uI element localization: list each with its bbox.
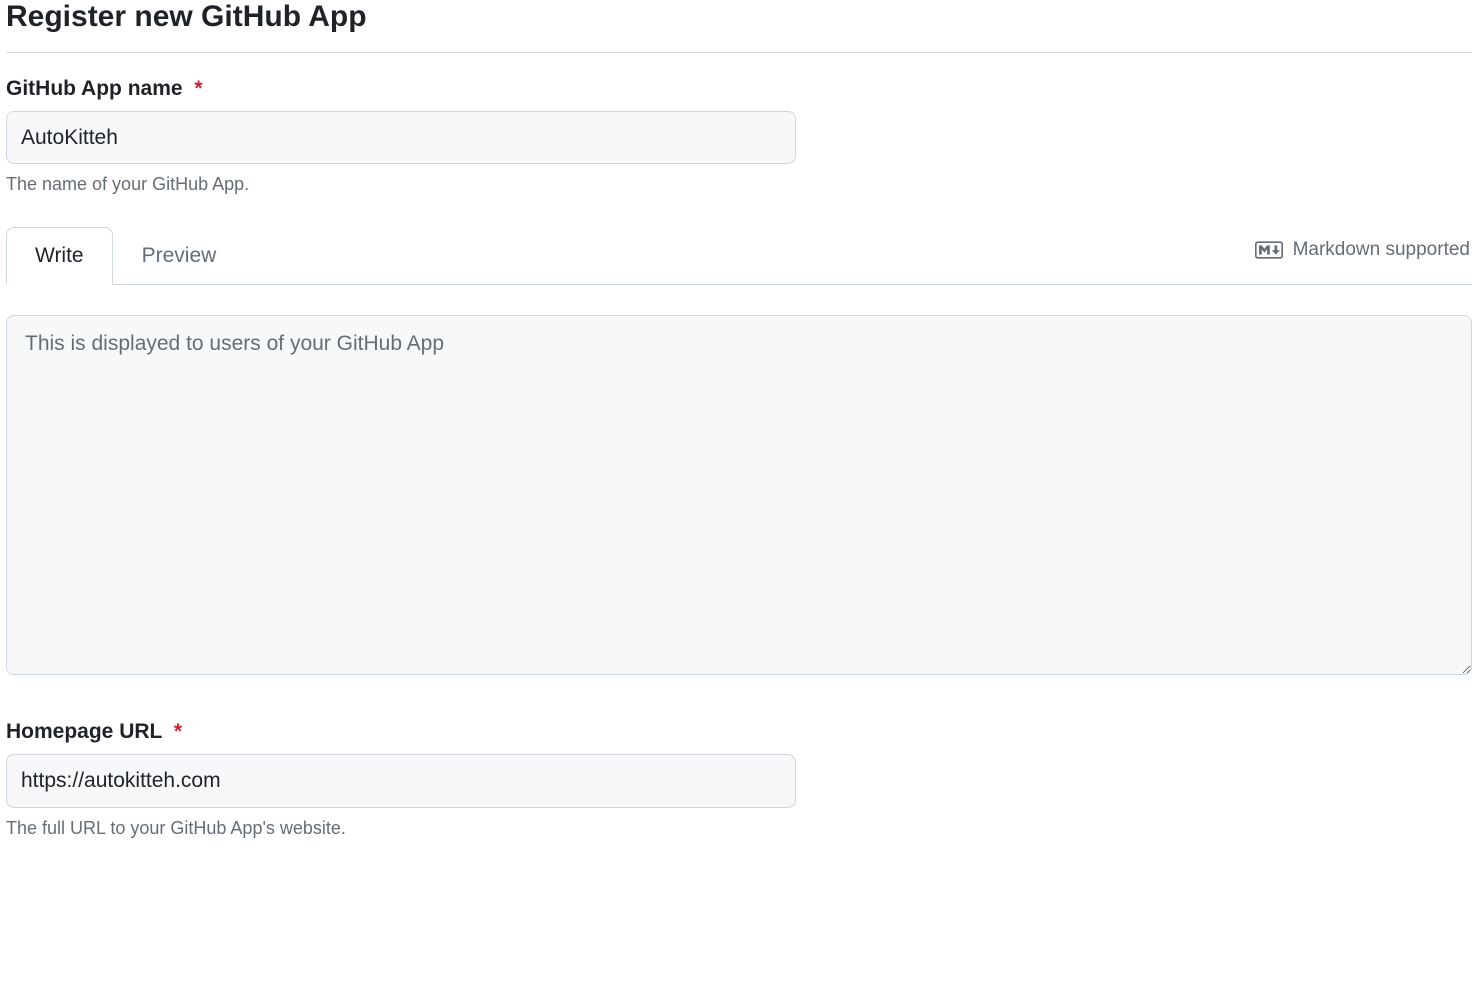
app-name-label: GitHub App name * (6, 77, 1472, 101)
app-name-description: The name of your GitHub App. (6, 174, 1472, 195)
app-name-label-text: GitHub App name (6, 77, 183, 100)
tab-write[interactable]: Write (6, 227, 113, 285)
required-asterisk: * (194, 77, 202, 100)
app-name-input[interactable] (6, 111, 796, 164)
homepage-url-label: Homepage URL * (6, 720, 1472, 744)
tabnav-tabs: Write Preview (6, 227, 245, 285)
markdown-supported[interactable]: Markdown supported (1255, 239, 1472, 273)
description-textarea[interactable] (6, 315, 1472, 675)
homepage-url-label-text: Homepage URL (6, 720, 162, 743)
homepage-url-description: The full URL to your GitHub App's websit… (6, 818, 1472, 839)
tab-preview[interactable]: Preview (113, 227, 246, 285)
markdown-supported-label: Markdown supported (1293, 239, 1470, 261)
description-tabnav: Write Preview Markdown supported (6, 227, 1472, 285)
homepage-url-group: Homepage URL * The full URL to your GitH… (6, 720, 1472, 838)
page-title: Register new GitHub App (6, 0, 1472, 53)
markdown-icon (1255, 241, 1283, 259)
app-name-group: GitHub App name * The name of your GitHu… (6, 77, 1472, 195)
required-asterisk: * (174, 720, 182, 743)
homepage-url-input[interactable] (6, 754, 796, 807)
